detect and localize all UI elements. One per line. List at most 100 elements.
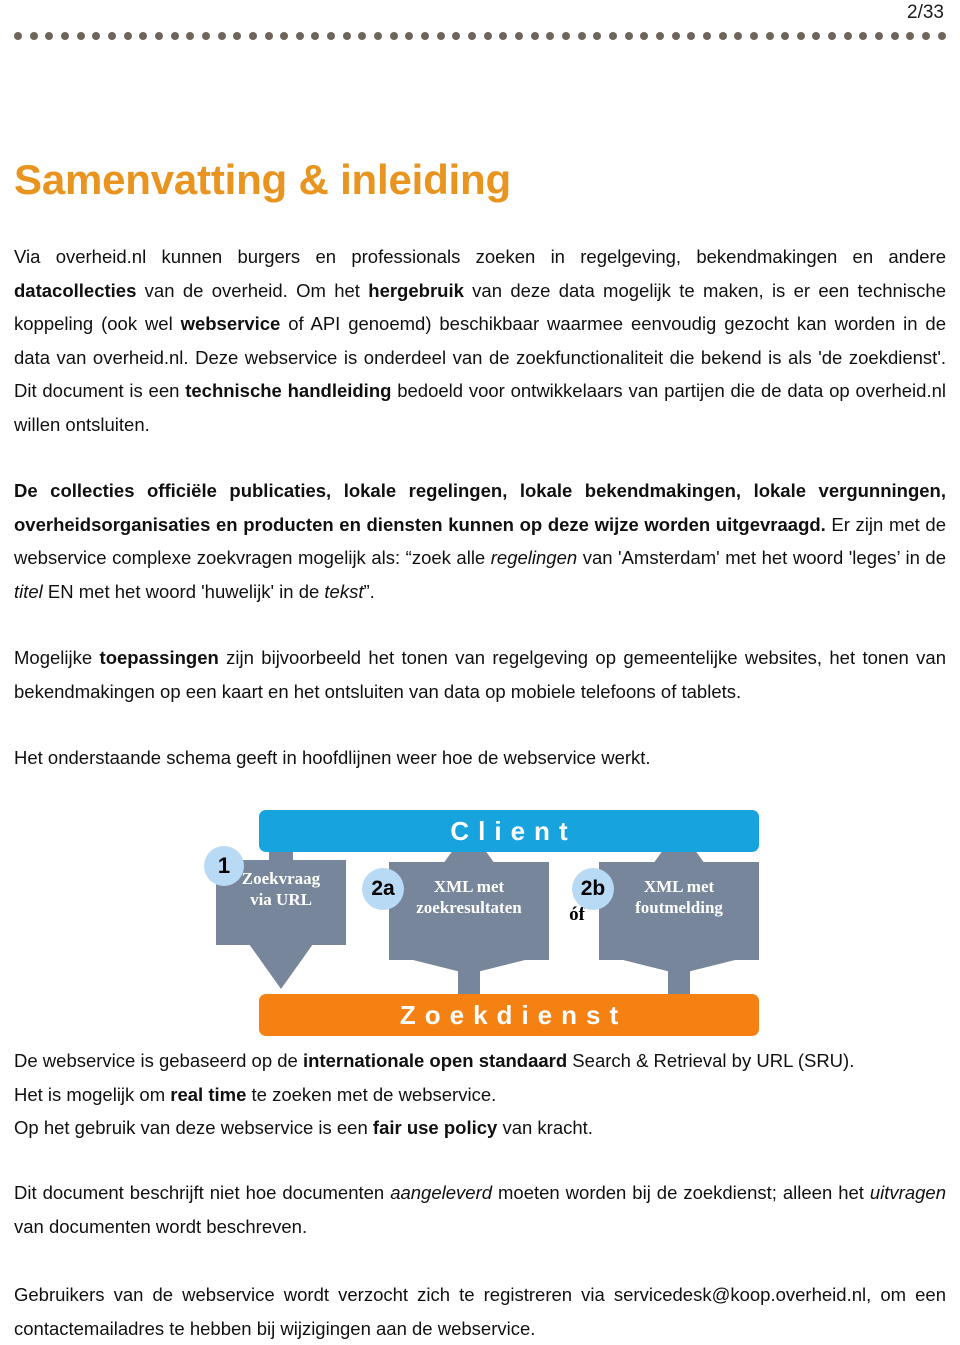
arrow-head-down-icon [249, 944, 313, 989]
paragraph-scope: Dit document beschrijft niet hoe documen… [14, 1176, 946, 1243]
divider-dot [295, 31, 304, 40]
divider-dot [687, 31, 696, 40]
italic-regelingen: regelingen [490, 547, 578, 568]
text-segment: De webservice is gebaseerd op de [14, 1050, 303, 1071]
arrow-label-line1: XML met [433, 877, 505, 896]
divider-dot [577, 31, 586, 40]
text-segment: Gebruikers van de webservice wordt verzo… [14, 1284, 946, 1339]
divider-dot [139, 31, 148, 40]
divider-dot [154, 31, 163, 40]
diagram-badge-2b: 2b [572, 868, 614, 910]
arrow-xml-zoekresultaten: XML met zoekresultaten [389, 828, 549, 1006]
italic-tekst: tekst [324, 580, 364, 602]
italic-titel: titel [14, 580, 43, 602]
divider-dot [781, 31, 790, 40]
divider-dot [92, 31, 101, 40]
bold-webservice: webservice [180, 313, 281, 334]
divider-dot [436, 31, 445, 40]
bold-collecties: De collecties officiële publicaties, lok… [14, 480, 946, 535]
document-page: 2/33 Samenvatting & inleiding Via overhe… [0, 0, 960, 1339]
divider-dot [311, 31, 320, 40]
divider-dot [655, 31, 664, 40]
divider-dot [186, 31, 195, 40]
paragraph-toepassingen: Mogelijke toepassingen zijn bijvoorbeeld… [14, 641, 946, 708]
divider-dot [421, 31, 430, 40]
bold-fair-use-policy: fair use policy [372, 1117, 498, 1138]
arrow-label-line1: XML met [643, 877, 715, 896]
text-segment: Search & Retrieval by URL (SRU). [567, 1050, 855, 1071]
divider-dot [906, 31, 915, 40]
text-segment: Op het gebruik van deze webservice is ee… [14, 1117, 373, 1138]
divider-dot [561, 31, 570, 40]
text-segment: van de overheid. Om het [136, 279, 369, 301]
body-content-lower-3: Gebruikers van de webservice wordt verzo… [14, 1278, 946, 1345]
divider-dot [201, 31, 210, 40]
text-segment: van kracht. [497, 1117, 593, 1138]
arrow-label-line2: foutmelding [635, 898, 723, 917]
text-segment: Mogelijke [14, 647, 100, 668]
divider-dot [14, 31, 22, 40]
divider-dot [843, 31, 852, 40]
divider-dot [640, 31, 649, 40]
text-segment: Via overheid.nl kunnen burgers en profes… [14, 246, 946, 267]
arrow-label-line2: via URL [250, 890, 312, 909]
divider-dot [233, 31, 242, 40]
divider-dot [608, 31, 617, 40]
divider-dot [342, 31, 351, 40]
divider-dot [593, 31, 602, 40]
body-content-lower-2: Dit document beschrijft niet hoe documen… [14, 1176, 946, 1243]
divider-dot [796, 31, 805, 40]
text-segment: van documenten wordt beschreven. [14, 1215, 308, 1237]
paragraph-collecties: De collecties officiële publicaties, lok… [14, 474, 946, 608]
divider-dot [624, 31, 633, 40]
diagram-node-client: Client [259, 810, 759, 852]
divider-dot [515, 31, 523, 40]
italic-uitvragen: uitvragen [869, 1182, 946, 1203]
body-content-lower: De webservice is gebaseerd op de interna… [14, 1044, 946, 1145]
divider-dot [264, 31, 273, 40]
divider-dot [358, 31, 367, 40]
bold-real-time: real time [170, 1083, 247, 1105]
divider-dot [530, 31, 539, 40]
divider-dot [671, 31, 680, 40]
divider-dot [702, 31, 711, 40]
diagram-badge-1: 1 [204, 846, 244, 886]
divider-dot [327, 31, 336, 40]
paragraph-fair-use: Op het gebruik van deze webservice is ee… [14, 1111, 946, 1145]
text-segment: van 'Amsterdam' met het woord 'leges’ in… [577, 547, 946, 568]
bold-hergebruik: hergebruik [368, 279, 464, 301]
divider-dot [374, 31, 383, 40]
divider-dot [248, 31, 257, 40]
divider-dot [389, 31, 398, 40]
text-segment: Het onderstaande schema geeft in hoofdli… [14, 747, 651, 768]
paragraph-realtime: Het is mogelijk om real time te zoeken m… [14, 1078, 946, 1112]
divider-dot [749, 31, 758, 40]
divider-dot [60, 31, 69, 40]
arrow-xml-foutmelding: XML met foutmelding [599, 828, 759, 1006]
diagram: Zoekvraag via URL XML met zoekresultaten [204, 808, 774, 1036]
divider-dot [922, 31, 931, 40]
divider-dot [734, 31, 743, 40]
divider-dot [859, 31, 868, 40]
divider-dot [828, 31, 837, 40]
divider-dot [29, 31, 38, 40]
divider-dot [890, 31, 899, 40]
text-segment: Het is mogelijk om [14, 1083, 171, 1105]
diagram-badge-2a: 2a [362, 868, 404, 910]
bold-technische-handleiding: technische handleiding [185, 380, 392, 401]
webservice-schema-figure: Zoekvraag via URL XML met zoekresultaten [14, 808, 946, 1036]
bold-toepassingen: toepassingen [99, 647, 219, 668]
page-title: Samenvatting & inleiding [14, 156, 511, 204]
divider-dot [452, 31, 461, 40]
divider-dot [217, 31, 226, 40]
paragraph-intro: Via overheid.nl kunnen burgers en profes… [14, 240, 946, 441]
divider-dot [280, 31, 289, 40]
diagram-node-zoekdienst: Zoekdienst [259, 994, 759, 1036]
text-segment: te zoeken met de webservice. [246, 1083, 497, 1105]
text-segment: Dit document beschrijft niet hoe documen… [14, 1182, 391, 1203]
paragraph-schema-intro: Het onderstaande schema geeft in hoofdli… [14, 741, 946, 775]
divider-dot [546, 31, 555, 40]
italic-aangeleverd: aangeleverd [390, 1182, 493, 1203]
dotted-divider [14, 31, 946, 40]
divider-dot [483, 31, 492, 40]
